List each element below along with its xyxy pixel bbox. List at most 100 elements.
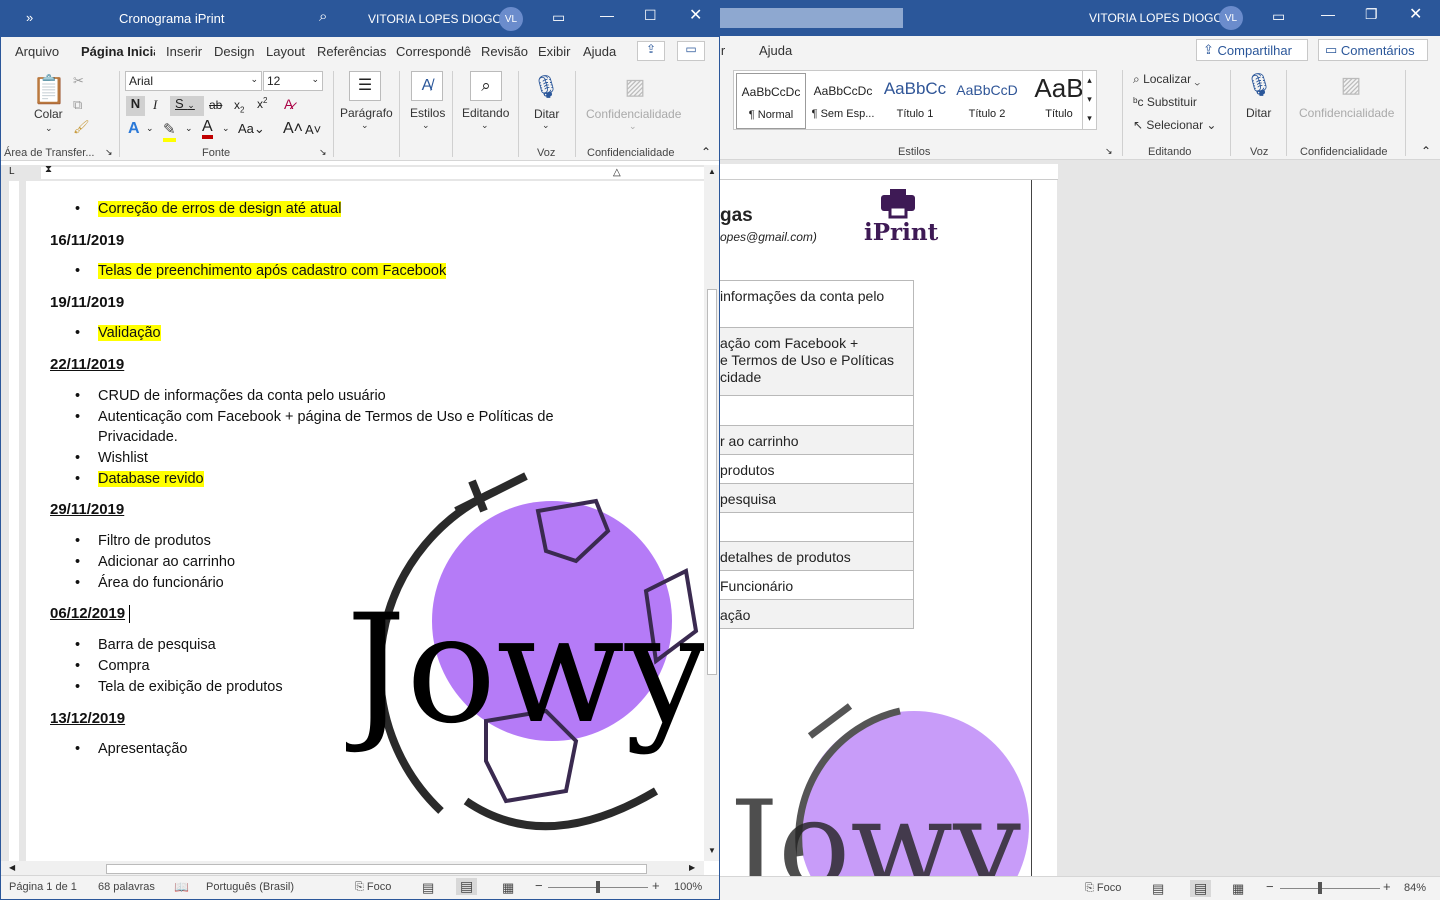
tab-ajuda[interactable]: Ajuda — [759, 43, 792, 58]
select-button[interactable]: ↖ Selecionar ⌄ — [1133, 118, 1216, 132]
scroll-down-icon[interactable]: ▼ — [708, 846, 716, 855]
focus-button[interactable]: ⎘ Foco — [355, 881, 391, 894]
tab-inserir[interactable]: Inserir — [166, 44, 202, 59]
bold-button[interactable]: N — [126, 96, 145, 116]
paste-dropdown-icon[interactable]: ⌄ — [45, 123, 53, 134]
back-title-search-box[interactable] — [720, 8, 903, 28]
styles-label[interactable]: Estilos — [410, 106, 445, 120]
grow-font-icon[interactable]: A˄ — [283, 120, 303, 138]
read-mode-icon[interactable]: ▤ — [1152, 881, 1164, 897]
more-commands-icon[interactable]: » — [26, 10, 33, 25]
paragraph-icon[interactable]: ☰ — [349, 71, 381, 101]
copy-icon[interactable]: ⧉ — [73, 97, 82, 113]
clear-format-icon[interactable]: A̷ — [284, 96, 293, 112]
chevron-down-icon[interactable]: ⌄ — [542, 120, 550, 131]
focus-button[interactable]: ⎘ Foco — [1085, 882, 1121, 895]
back-avatar[interactable]: VL — [1219, 6, 1243, 30]
font-launcher-icon[interactable]: ↘ — [319, 147, 327, 158]
superscript-button[interactable]: x2 — [257, 96, 267, 111]
tab-ajuda[interactable]: Ajuda — [583, 44, 616, 59]
word-count[interactable]: 68 palavras — [98, 881, 155, 893]
minimize-icon[interactable]: — — [600, 7, 614, 23]
style-normal[interactable]: AaBbCcDc ¶ Normal — [736, 73, 806, 129]
font-color-icon[interactable]: A — [202, 119, 213, 139]
change-case-icon[interactable]: Aa⌄ — [238, 121, 265, 137]
style-no-spacing[interactable]: AaBbCcDc ¶ Sem Esp... — [808, 73, 878, 129]
scroll-up-icon[interactable]: ▲ — [708, 167, 716, 176]
share-button[interactable]: ⇪ Compartilhar — [1196, 39, 1308, 61]
tab-pagina-inicial[interactable]: Página Inicial — [81, 44, 155, 59]
strikethrough-button[interactable]: ab — [209, 98, 222, 112]
collapse-ribbon-icon[interactable]: ⌃ — [701, 145, 711, 159]
print-layout-icon[interactable]: ▤ — [1190, 880, 1212, 897]
cut-icon[interactable]: ✂ — [73, 73, 84, 89]
shrink-font-icon[interactable]: A˅ — [305, 122, 321, 137]
styles-scroll[interactable]: ▴ ▾ ▾ — [1082, 71, 1096, 129]
zoom-out-icon[interactable]: − — [1266, 879, 1274, 894]
editing-label[interactable]: Editando — [462, 106, 509, 120]
collapse-ribbon-icon[interactable]: ⌃ — [1421, 144, 1431, 158]
paste-icon[interactable]: 📋 — [32, 71, 67, 107]
chevron-down-icon[interactable]: ⌄ — [361, 120, 369, 131]
styles-icon[interactable]: A̸ — [411, 71, 443, 101]
zoom-slider-thumb[interactable] — [596, 881, 600, 893]
replace-button[interactable]: ᵇc Substituir — [1133, 95, 1197, 109]
read-mode-icon[interactable]: ▤ — [422, 880, 434, 896]
dictate-label[interactable]: Ditar — [534, 107, 559, 121]
horizontal-ruler[interactable]: L ⧗ △ — [1, 164, 719, 181]
zoom-slider-thumb[interactable] — [1318, 882, 1322, 894]
comment-icon[interactable]: ▭ — [677, 41, 705, 61]
indent-marker[interactable]: ⧗ — [45, 164, 52, 175]
search-icon[interactable]: ⌕ — [319, 8, 327, 25]
close-icon[interactable]: ✕ — [689, 5, 702, 25]
tab-correspondencias[interactable]: Correspondê — [396, 44, 471, 59]
chevron-down-icon[interactable]: ⌄ — [185, 123, 193, 134]
language[interactable]: Português (Brasil) — [206, 881, 294, 893]
minimize-icon[interactable]: — — [1321, 6, 1335, 22]
scroll-left-icon[interactable]: ◀ — [9, 863, 15, 872]
web-layout-icon[interactable]: ▦ — [502, 880, 514, 896]
avatar[interactable]: VL — [499, 7, 523, 31]
page-count[interactable]: Página 1 de 1 — [9, 881, 77, 893]
proofing-icon[interactable]: 📖 — [174, 880, 189, 894]
chevron-down-icon[interactable]: ⌄ — [481, 120, 489, 131]
vertical-scroll-thumb[interactable] — [707, 289, 717, 675]
tab-arquivo[interactable]: Arquivo — [15, 44, 59, 59]
horizontal-scroll-thumb[interactable] — [106, 864, 647, 874]
microphone-icon[interactable]: 🎙 — [532, 71, 560, 103]
right-indent-marker[interactable]: △ — [613, 167, 621, 178]
zoom-in-icon[interactable]: + — [1383, 879, 1391, 894]
paste-label[interactable]: Colar — [34, 107, 63, 121]
restore-icon[interactable]: ❐ — [1365, 6, 1378, 23]
underline-button[interactable]: S ⌄ — [170, 96, 204, 116]
text-effects-icon[interactable]: A — [128, 120, 140, 138]
chevron-down-icon[interactable]: ⌄ — [222, 123, 230, 134]
find-button[interactable]: ⌕ Localizar ⌄ — [1133, 72, 1200, 87]
zoom-slider[interactable] — [1280, 888, 1380, 889]
vertical-ruler[interactable] — [1, 181, 26, 861]
clipboard-launcher-icon[interactable]: ↘ — [105, 147, 113, 158]
document-page[interactable]: Jowy — [26, 181, 704, 861]
zoom-out-icon[interactable]: − — [535, 878, 543, 893]
style-heading-1[interactable]: AaBbCc Título 1 — [880, 73, 950, 129]
ribbon-display-icon[interactable]: ▭ — [552, 9, 565, 26]
search-icon[interactable]: ⌕ — [470, 71, 502, 101]
comments-button[interactable]: ▭ Comentários — [1318, 39, 1428, 61]
tab-revisao[interactable]: Revisão — [481, 44, 528, 59]
font-name-select[interactable]: Arial ⌄ — [125, 71, 262, 91]
share-icon[interactable]: ⇪ — [637, 41, 665, 61]
scroll-right-icon[interactable]: ▶ — [689, 863, 695, 872]
tab-exibir[interactable]: Exibir — [538, 44, 571, 59]
font-size-select[interactable]: 12 ⌄ — [263, 71, 323, 91]
close-icon[interactable]: ✕ — [1409, 4, 1422, 24]
maximize-icon[interactable]: ☐ — [644, 7, 657, 24]
italic-button[interactable]: I — [153, 97, 157, 113]
web-layout-icon[interactable]: ▦ — [1232, 881, 1244, 897]
zoom-level[interactable]: 100% — [674, 881, 702, 893]
style-heading-2[interactable]: AaBbCcD Título 2 — [952, 73, 1022, 129]
highlighter-icon[interactable]: ✎ — [163, 120, 176, 142]
microphone-icon[interactable]: 🎙 — [1245, 70, 1273, 100]
chevron-down-icon[interactable]: ⌄ — [422, 120, 430, 131]
dictate-label[interactable]: Ditar — [1246, 106, 1271, 120]
tab-referencias[interactable]: Referências — [317, 44, 386, 59]
